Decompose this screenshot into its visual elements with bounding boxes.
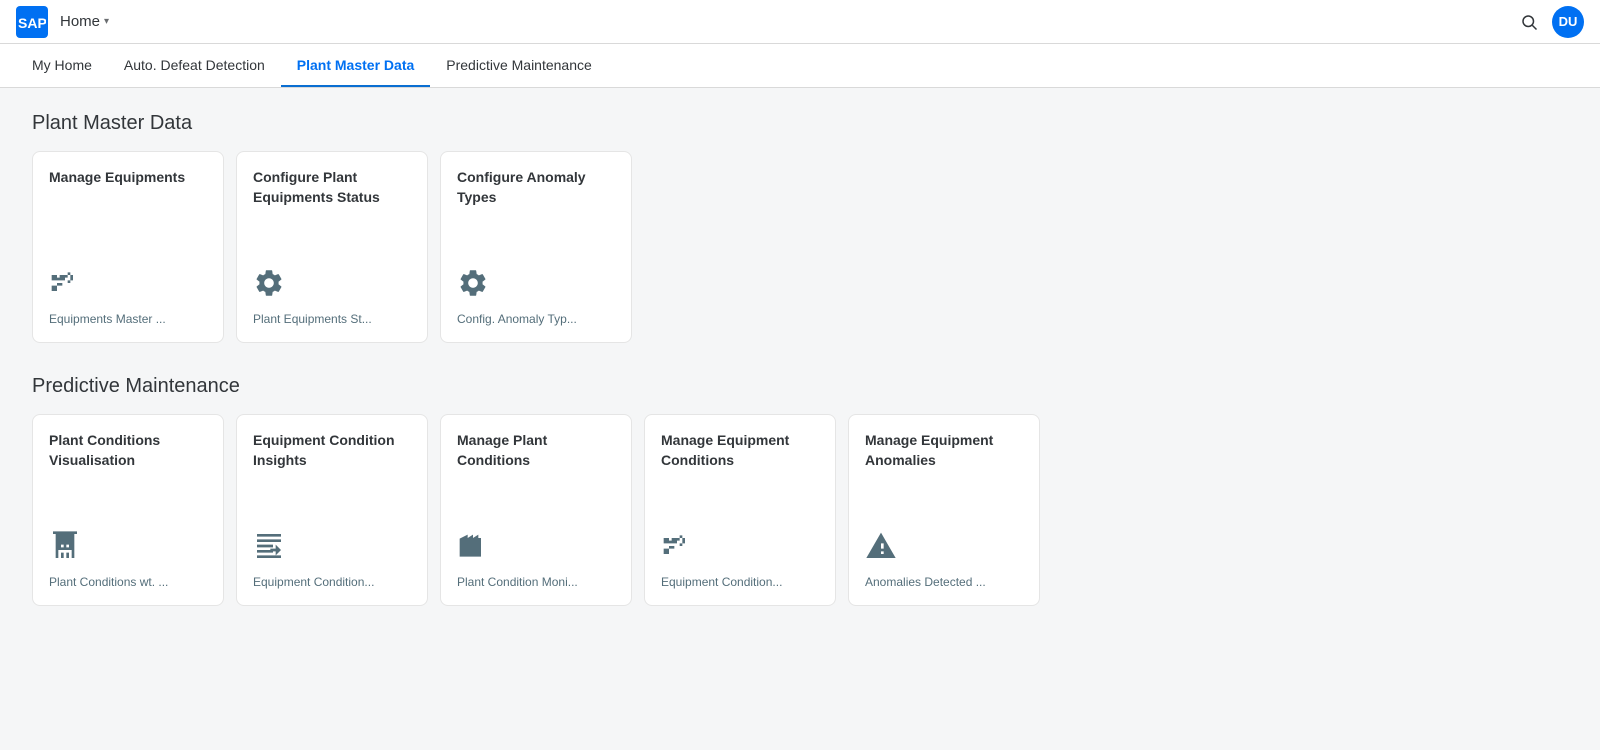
gear2-icon — [457, 267, 615, 304]
plant-master-data-grid: Manage Equipments Equipments Master ... … — [32, 151, 1568, 343]
header-right: DU — [1520, 6, 1584, 38]
gear-icon — [253, 267, 411, 304]
tab-auto-defeat-detection[interactable]: Auto. Defeat Detection — [108, 44, 281, 87]
tile-manage-equipments[interactable]: Manage Equipments Equipments Master ... — [32, 151, 224, 343]
warning-icon — [865, 530, 1023, 567]
home-menu[interactable]: Home ▾ — [60, 13, 109, 30]
sap-logo: SAP — [16, 6, 48, 38]
tile-bottom-configure-plant-equipment-status: Plant Equipments St... — [253, 267, 411, 326]
tile-title-manage-plant-conditions: Manage Plant Conditions — [457, 431, 615, 470]
header-left: SAP Home ▾ — [16, 6, 109, 38]
search-icon — [1520, 13, 1538, 31]
tile-subtitle-configure-anomaly-types: Config. Anomaly Typ... — [457, 312, 615, 326]
avatar-label: DU — [1559, 14, 1578, 29]
svg-text:SAP: SAP — [18, 15, 46, 31]
avatar[interactable]: DU — [1552, 6, 1584, 38]
tab-predictive-maintenance[interactable]: Predictive Maintenance — [430, 44, 608, 87]
nav-tabs: My Home Auto. Defeat Detection Plant Mas… — [0, 44, 1600, 88]
tile-bottom-configure-anomaly-types: Config. Anomaly Typ... — [457, 267, 615, 326]
tile-plant-conditions-visualisation[interactable]: Plant Conditions Visualisation Plant Con… — [32, 414, 224, 606]
tile-bottom-manage-equipment-conditions: Equipment Condition... — [661, 530, 819, 589]
tile-bottom-equipment-condition-insights: Equipment Condition... — [253, 530, 411, 589]
main-content: Plant Master Data Manage Equipments Equi… — [0, 88, 1600, 662]
tile-title-equipment-condition-insights: Equipment Condition Insights — [253, 431, 411, 470]
equipment-icon — [49, 267, 207, 304]
section-title-predictive-maintenance: Predictive Maintenance — [32, 375, 1568, 398]
tile-manage-equipment-conditions[interactable]: Manage Equipment Conditions Equipment Co… — [644, 414, 836, 606]
tile-subtitle-manage-plant-conditions: Plant Condition Moni... — [457, 575, 615, 589]
tile-title-manage-equipment-conditions: Manage Equipment Conditions — [661, 431, 819, 470]
equipment2-icon — [661, 530, 819, 567]
tile-manage-equipment-anomalies[interactable]: Manage Equipment Anomalies Anomalies Det… — [848, 414, 1040, 606]
tile-bottom-manage-plant-conditions: Plant Condition Moni... — [457, 530, 615, 589]
tile-configure-anomaly-types[interactable]: Configure Anomaly Types Config. Anomaly … — [440, 151, 632, 343]
factory-icon — [457, 530, 615, 567]
chevron-down-icon: ▾ — [104, 16, 109, 27]
tile-bottom-plant-conditions-visualisation: Plant Conditions wt. ... — [49, 530, 207, 589]
tile-subtitle-equipment-condition-insights: Equipment Condition... — [253, 575, 411, 589]
tile-equipment-condition-insights[interactable]: Equipment Condition Insights Equipment C… — [236, 414, 428, 606]
home-label: Home — [60, 13, 100, 30]
header: SAP Home ▾ DU — [0, 0, 1600, 44]
tab-plant-master-data[interactable]: Plant Master Data — [281, 44, 430, 87]
tile-subtitle-manage-equipments: Equipments Master ... — [49, 312, 207, 326]
tile-subtitle-plant-conditions-visualisation: Plant Conditions wt. ... — [49, 575, 207, 589]
section-title-plant-master-data: Plant Master Data — [32, 112, 1568, 135]
tile-bottom-manage-equipments: Equipments Master ... — [49, 267, 207, 326]
chart-icon — [253, 530, 411, 567]
search-button[interactable] — [1520, 13, 1538, 31]
tile-configure-plant-equipment-status[interactable]: Configure Plant Equipments Status Plant … — [236, 151, 428, 343]
building-icon — [49, 530, 207, 567]
tile-bottom-manage-equipment-anomalies: Anomalies Detected ... — [865, 530, 1023, 589]
tile-manage-plant-conditions[interactable]: Manage Plant Conditions Plant Condition … — [440, 414, 632, 606]
tile-title-plant-conditions-visualisation: Plant Conditions Visualisation — [49, 431, 207, 470]
tile-subtitle-manage-equipment-conditions: Equipment Condition... — [661, 575, 819, 589]
tile-title-manage-equipment-anomalies: Manage Equipment Anomalies — [865, 431, 1023, 470]
tile-title-configure-anomaly-types: Configure Anomaly Types — [457, 168, 615, 207]
predictive-maintenance-grid: Plant Conditions Visualisation Plant Con… — [32, 414, 1568, 606]
tile-title-manage-equipments: Manage Equipments — [49, 168, 207, 188]
tile-title-configure-plant-equipment-status: Configure Plant Equipments Status — [253, 168, 411, 207]
tile-subtitle-configure-plant-equipment-status: Plant Equipments St... — [253, 312, 411, 326]
tab-my-home[interactable]: My Home — [16, 44, 108, 87]
tile-subtitle-manage-equipment-anomalies: Anomalies Detected ... — [865, 575, 1023, 589]
